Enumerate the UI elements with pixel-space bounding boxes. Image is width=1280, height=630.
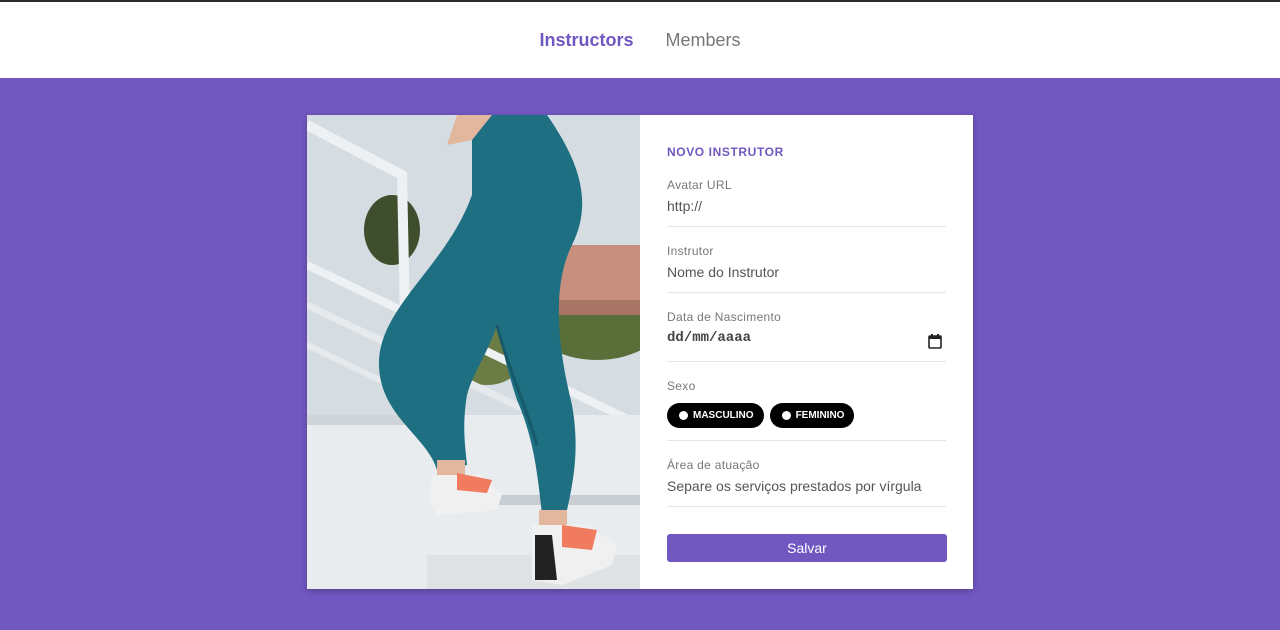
birth-date-field[interactable]: Data de Nascimento dd/mm/aaaa (667, 293, 946, 362)
gender-option-masculino[interactable]: MASCULINO (667, 403, 764, 428)
instructor-form: NOVO INSTRUTOR Avatar URL http:// Instru… (640, 115, 973, 589)
instructor-name-input[interactable]: Nome do Instrutor (667, 264, 946, 280)
top-nav: Instructors Members (0, 2, 1280, 78)
avatar-url-input[interactable]: http:// (667, 198, 946, 214)
save-button[interactable]: Salvar (667, 534, 947, 562)
services-input[interactable]: Separe os serviços prestados por vírgula (667, 478, 946, 494)
calendar-icon[interactable] (928, 334, 942, 349)
nav-link-members[interactable]: Members (666, 2, 741, 78)
gender-radio-group: MASCULINO FEMININO (667, 403, 946, 428)
gender-option-label: FEMININO (795, 410, 845, 421)
instructor-name-field[interactable]: Instrutor Nome do Instrutor (667, 227, 946, 293)
radio-icon[interactable] (679, 411, 688, 420)
gender-option-label: MASCULINO (693, 410, 754, 421)
instructor-name-label: Instrutor (667, 244, 714, 258)
avatar-url-label: Avatar URL (667, 178, 732, 192)
radio-icon[interactable] (781, 411, 791, 420)
form-title: NOVO INSTRUTOR (667, 145, 784, 159)
gender-label: Sexo (667, 379, 696, 393)
fitness-photo (307, 115, 640, 589)
gender-option-feminino[interactable]: FEMININO (769, 403, 855, 428)
birth-date-label: Data de Nascimento (667, 310, 782, 324)
services-field[interactable]: Área de atuação Separe os serviços prest… (667, 441, 946, 507)
avatar-url-field[interactable]: Avatar URL http:// (667, 178, 946, 227)
birth-date-input[interactable]: dd/mm/aaaa (667, 330, 946, 346)
gender-field: Sexo MASCULINO FEMININO (667, 362, 946, 441)
nav-link-instructors[interactable]: Instructors (539, 2, 633, 78)
instructor-card: NOVO INSTRUTOR Avatar URL http:// Instru… (307, 115, 973, 589)
services-label: Área de atuação (667, 458, 760, 472)
